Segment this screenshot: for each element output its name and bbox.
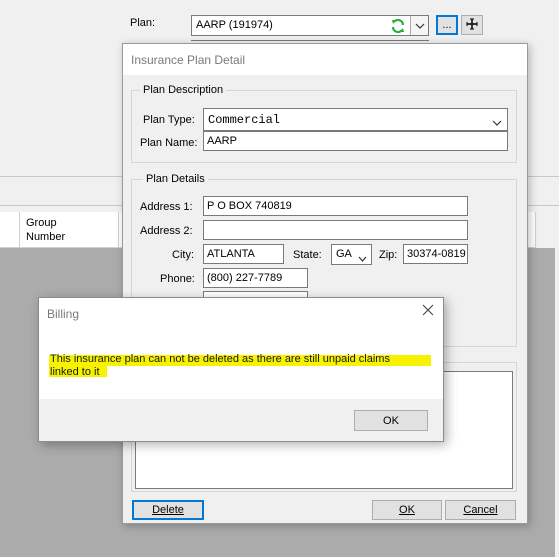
state-select[interactable]: GA xyxy=(331,244,372,265)
chevron-down-icon[interactable] xyxy=(410,16,428,35)
zip-label: Zip: xyxy=(379,249,398,261)
plan-type-value: Commercial xyxy=(208,113,281,127)
dialog-title-bar[interactable]: Insurance Plan Detail xyxy=(123,44,527,75)
phone-label: Phone: xyxy=(160,273,195,285)
plan-combobox-value: AARP (191974) xyxy=(196,19,273,31)
message-line-1: This insurance plan can not be deleted a… xyxy=(50,353,390,365)
close-x-icon[interactable] xyxy=(422,303,434,321)
delete-button[interactable]: Delete xyxy=(132,500,204,520)
add-plan-button[interactable] xyxy=(461,15,483,35)
plan-type-label: Plan Type: xyxy=(143,114,195,126)
ellipsis-button[interactable]: ... xyxy=(436,15,458,35)
plan-name-label: Plan Name: xyxy=(140,137,198,149)
ellipsis-label: ... xyxy=(442,19,452,31)
message-ok-button[interactable]: OK xyxy=(354,410,428,431)
plan-name-field[interactable]: AARP xyxy=(203,131,508,151)
plan-name-value: AARP xyxy=(207,135,237,147)
address1-label: Address 1: xyxy=(140,201,193,213)
address1-field[interactable]: P O BOX 740819 xyxy=(203,196,468,216)
city-value: ATLANTA xyxy=(207,248,255,260)
cancel-button[interactable]: Cancel xyxy=(445,500,516,520)
address1-value: P O BOX 740819 xyxy=(207,200,292,212)
grid-column-group[interactable]: Group xyxy=(26,217,57,229)
grid-column-number[interactable]: Number xyxy=(26,231,65,243)
ok-button-label: OK xyxy=(399,504,415,516)
cancel-button-label: Cancel xyxy=(463,504,498,516)
plan-description-group-label: Plan Description xyxy=(140,84,227,96)
city-field[interactable]: ATLANTA xyxy=(203,244,284,264)
plan-combobox[interactable]: AARP (191974) xyxy=(191,15,429,36)
delete-button-label: Delete xyxy=(152,504,184,516)
plan-label: Plan: xyxy=(130,17,156,29)
message-content-area: Billing This insurance plan can not be d… xyxy=(39,298,443,399)
grid-divider xyxy=(19,212,20,248)
billing-message-box: Billing This insurance plan can not be d… xyxy=(38,297,444,442)
ok-button[interactable]: OK xyxy=(372,500,442,520)
city-label: City: xyxy=(172,249,194,261)
address2-label: Address 2: xyxy=(140,225,193,237)
dialog-title: Insurance Plan Detail xyxy=(131,53,246,67)
scrollbar[interactable] xyxy=(535,212,555,248)
message-text: This insurance plan can not be deleted a… xyxy=(50,353,435,379)
message-line-2: linked to it xyxy=(50,366,100,378)
chevron-down-icon xyxy=(492,117,502,129)
grid-divider xyxy=(118,212,119,248)
phone-value: (800) 227-7789 xyxy=(207,272,283,284)
refresh-icon[interactable] xyxy=(390,18,406,34)
phone-field[interactable]: (800) 227-7789 xyxy=(203,268,308,288)
state-label: State: xyxy=(293,249,322,261)
state-value: GA xyxy=(336,248,352,260)
insurance-plan-detail-dialog: Insurance Plan Detail Plan Description P… xyxy=(122,43,528,524)
plus-cross-icon xyxy=(466,18,478,33)
zip-field[interactable]: 30374-0819 xyxy=(403,244,468,264)
message-box-title: Billing xyxy=(47,307,80,321)
address2-field[interactable] xyxy=(203,220,468,240)
chevron-down-icon xyxy=(358,253,367,265)
zip-value: 30374-0819 xyxy=(407,248,466,260)
message-ok-label: OK xyxy=(383,414,399,427)
plan-type-select[interactable]: Commercial xyxy=(203,108,508,131)
plan-details-group-label: Plan Details xyxy=(143,173,208,185)
